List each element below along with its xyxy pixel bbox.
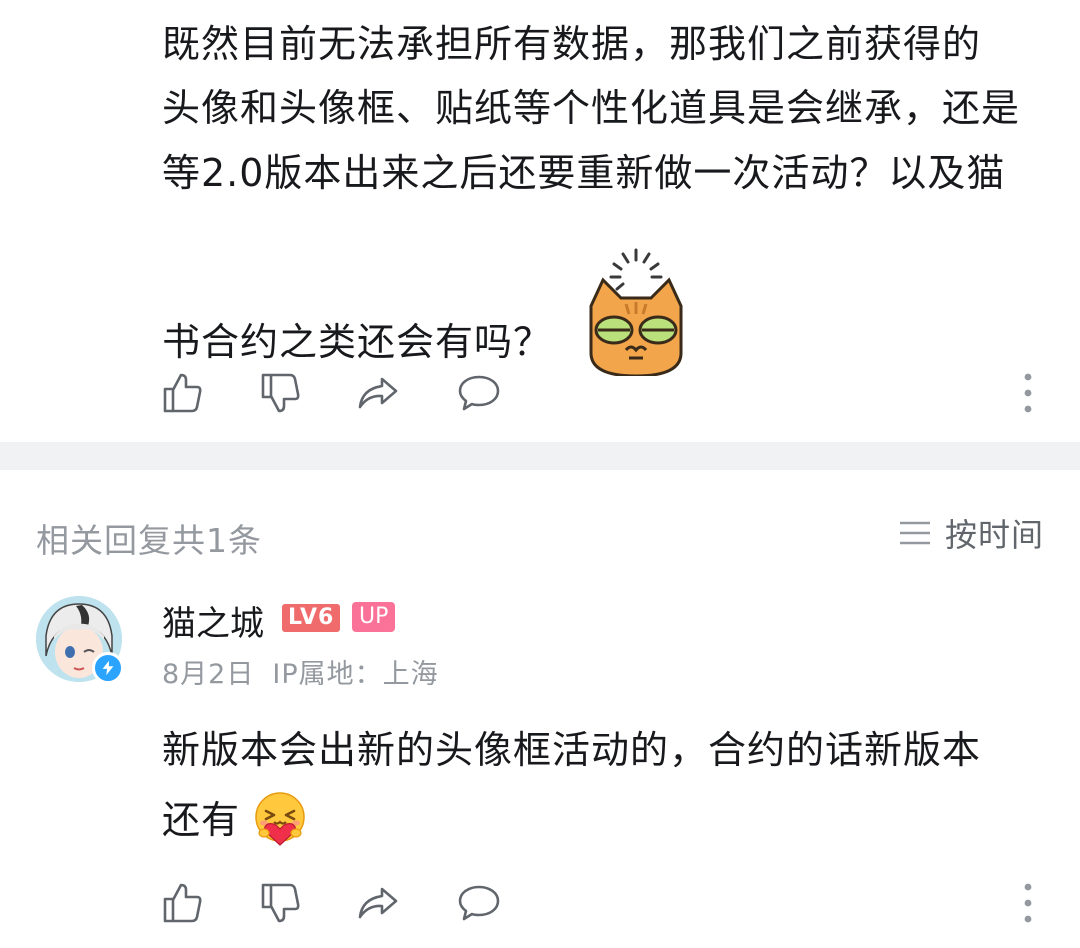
hugging-heart-emoji	[252, 791, 308, 847]
reply-username[interactable]: 猫之城	[162, 596, 264, 645]
main-comment: 既然目前无法承担所有数据，那我们之前获得的 头像和头像框、贴纸等个性化道具是会继…	[0, 0, 1080, 442]
share-button[interactable]	[355, 880, 401, 926]
section-divider	[0, 442, 1080, 470]
up-badge: UP	[352, 602, 396, 632]
more-vertical-icon	[1024, 373, 1032, 413]
thumbs-up-icon	[163, 883, 202, 923]
sort-lines-icon	[899, 521, 930, 545]
more-options-button[interactable]	[1005, 880, 1051, 926]
comment-text-fragment: 书合约之类还会有吗？	[162, 320, 553, 364]
thumbs-down-icon	[261, 883, 300, 923]
replies-header: 相关回复共1条 按时间	[0, 470, 1080, 590]
like-button[interactable]	[160, 880, 206, 926]
more-vertical-icon	[1024, 883, 1032, 923]
dislike-button[interactable]	[258, 880, 304, 926]
level-badge: LV6	[282, 604, 341, 632]
lightning-icon	[102, 660, 114, 676]
like-button[interactable]	[160, 370, 206, 416]
share-button[interactable]	[355, 370, 401, 416]
reply-date: 8月2日	[162, 659, 255, 690]
reply-button[interactable]	[456, 880, 502, 926]
more-options-button[interactable]	[1005, 370, 1051, 416]
reply-action-bar	[160, 880, 1060, 928]
loading-cat-sticker	[581, 248, 691, 378]
reply-count-label: 相关回复共1条	[36, 521, 262, 560]
verified-badge	[92, 652, 124, 684]
comment-bubble-icon	[458, 375, 500, 411]
reply-button[interactable]	[456, 370, 502, 416]
comment-bubble-icon	[458, 885, 500, 921]
sort-label: 按时间	[944, 516, 1044, 554]
dislike-button[interactable]	[258, 370, 304, 416]
share-icon	[358, 887, 398, 919]
comment-action-bar	[160, 370, 1060, 418]
reply-ip-location: IP属地：上海	[272, 659, 439, 690]
reply-text-fragment: 还有	[162, 798, 241, 842]
reply-text-line: 新版本会出新的头像框活动的，合约的话新版本	[162, 728, 982, 772]
comment-text-line: 等2.0版本出来之后还要重新做一次活动？以及猫	[162, 151, 1006, 195]
comment-text-line: 头像和头像框、贴纸等个性化道具是会继承，还是	[162, 86, 1021, 130]
comment-text-line: 既然目前无法承担所有数据，那我们之前获得的	[162, 22, 982, 66]
reply-text-line-last: 还有	[162, 788, 308, 852]
reply-meta: 8月2日 IP属地：上海	[162, 652, 439, 691]
sort-by-time-button[interactable]: 按时间	[897, 510, 1044, 556]
share-icon	[358, 377, 398, 409]
thumbs-up-icon	[163, 373, 202, 413]
reply-item: 猫之城 LV6 UP 8月2日 IP属地：上海 新版本会出新的头像框活动的，合约的…	[0, 590, 1080, 948]
thumbs-down-icon	[261, 373, 300, 413]
